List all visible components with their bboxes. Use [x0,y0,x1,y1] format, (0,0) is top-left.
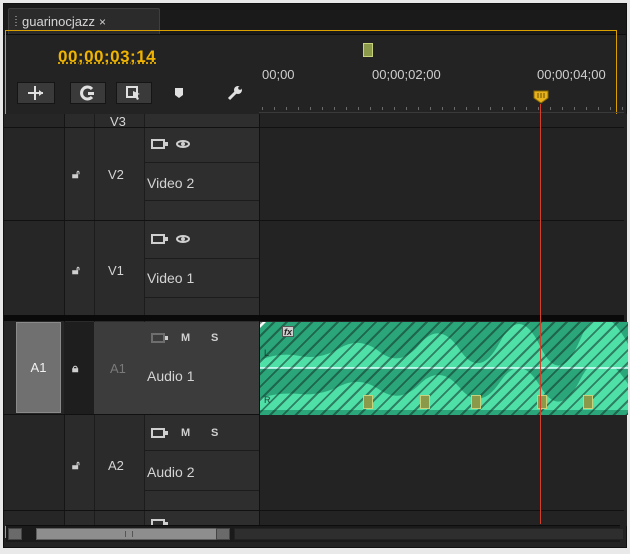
eye-icon[interactable] [176,140,190,148]
track-name-a1: Audio 1 [147,368,195,384]
lock-icon[interactable]: 🔓︎ [72,458,80,473]
video-audio-divider [4,315,624,321]
track-id-v1: V1 [108,263,124,278]
offline-hatch [260,322,628,415]
playhead-timecode[interactable]: 00;00;03;14 [58,47,156,67]
row-line [144,162,259,163]
tab-grip-icon[interactable] [15,15,17,28]
channel-label-l: L [264,348,270,358]
clip-marker[interactable] [471,395,481,409]
ruler-label: 00;00;04;00 [537,67,606,82]
audio-clip[interactable]: fx L R [260,322,628,415]
track-divider [4,127,624,128]
lock-icon[interactable]: 🔓︎ [72,263,80,278]
row-line [144,200,259,201]
playhead-handle[interactable] [533,90,549,104]
lock-cell-a1 [64,322,94,414]
snap-button[interactable] [17,82,55,104]
close-tab-icon[interactable]: × [99,15,106,29]
solo-button[interactable]: S [211,332,218,344]
fx-badge[interactable]: fx [282,326,294,337]
clip-marker[interactable] [583,395,593,409]
scroll-right-handle[interactable] [216,528,230,540]
thumb-grip-icon [125,531,133,537]
work-area-marker[interactable] [363,43,373,57]
sequence-tab[interactable]: guarinocjazz × [8,8,160,34]
row-line [144,258,259,259]
wrench-icon [227,86,242,101]
tab-bar: guarinocjazz × [4,4,626,35]
track-name-v1: Video 1 [147,270,195,286]
time-ruler[interactable] [262,100,624,110]
link-icon [80,85,94,101]
track-divider [4,220,624,221]
timeline-settings-button[interactable] [220,82,250,104]
eye-icon[interactable] [176,235,190,243]
mute-button[interactable]: M [181,332,190,344]
playhead-line[interactable] [540,104,541,524]
solo-button[interactable]: S [211,427,218,439]
track-id-v3: V3 [110,114,126,129]
clip-marker[interactable] [537,395,547,409]
marker-icon [175,88,183,98]
channel-label-r: R [264,395,271,405]
lock-icon[interactable]: 🔒︎ [72,361,78,376]
row-line [144,450,259,451]
source-patch-a1[interactable]: A1 [16,322,61,413]
ruler-divider [259,112,624,113]
row-line [144,490,259,491]
track-id-a1: A1 [110,361,126,376]
add-marker-button[interactable] [116,82,152,104]
ruler-label: 00;00;02;00 [372,67,441,82]
track-name-a2: Audio 2 [147,464,195,480]
clip-marker[interactable] [363,395,373,409]
ruler-label: 00;00 [262,67,295,82]
lock-icon[interactable]: 🔓︎ [72,167,80,182]
row-line [144,297,259,298]
linked-selection-button[interactable] [70,82,106,104]
horizontal-scrollbar[interactable] [6,525,624,542]
set-marker-button[interactable] [164,82,194,104]
scrollbar-track[interactable] [234,528,624,540]
snap-icon [28,86,43,100]
film-icon[interactable] [151,139,168,149]
film-icon[interactable] [151,333,168,343]
track-name-v2: Video 2 [147,175,195,191]
clip-marker[interactable] [420,395,430,409]
sequence-tab-label: guarinocjazz [22,14,95,29]
track-id-a2: A2 [108,458,124,473]
film-icon[interactable] [151,428,168,438]
scrollbar-thumb[interactable] [36,528,224,540]
clip-marker-icon [126,86,140,100]
film-icon[interactable] [151,234,168,244]
track-divider [4,510,624,511]
scroll-left-handle[interactable] [8,528,22,540]
track-id-v2: V2 [108,167,124,182]
mute-button[interactable]: M [181,427,190,439]
